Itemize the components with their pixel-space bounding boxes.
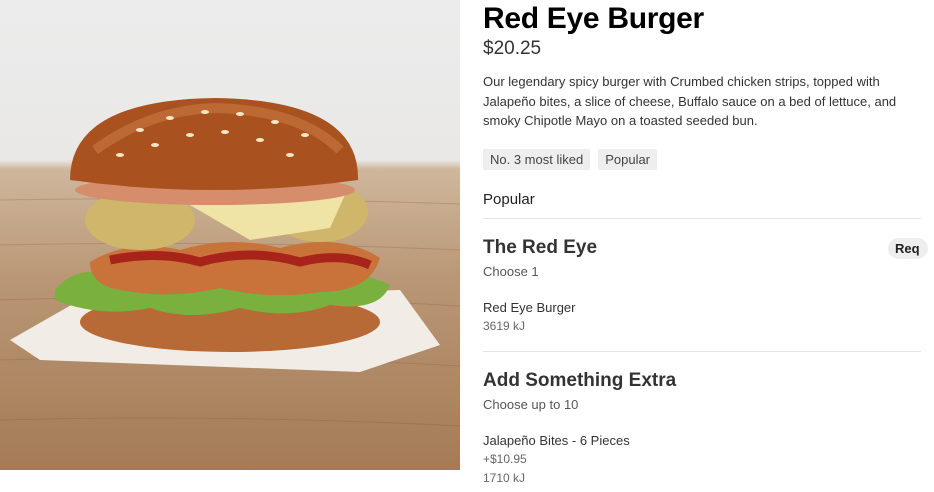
- option-name: Jalapeño Bites - 6 Pieces: [483, 433, 630, 448]
- option-name: Red Eye Burger: [483, 300, 576, 315]
- option-red-eye-burger[interactable]: Red Eye Burger 3619 kJ: [483, 298, 913, 336]
- group-title-add-something-extra: Add Something Extra: [483, 370, 677, 391]
- popular-section-label: Popular: [483, 191, 535, 208]
- option-jalapeno-bites[interactable]: Jalapeño Bites - 6 Pieces +$10.95 1710 k…: [483, 431, 913, 488]
- most-liked-badge: No. 3 most liked: [483, 149, 591, 170]
- required-badge: Req: [888, 238, 928, 259]
- option-energy: 1710 kJ: [483, 471, 526, 485]
- badge-list: No. 3 most liked Popular: [483, 149, 658, 170]
- option-price: +$10.95: [483, 452, 527, 466]
- group-subtitle-choose-1: Choose 1: [483, 264, 539, 279]
- popular-badge: Popular: [598, 149, 658, 170]
- divider: [483, 351, 921, 352]
- group-title-the-red-eye: The Red Eye: [483, 237, 598, 258]
- product-title: Red Eye Burger: [483, 2, 704, 35]
- group-subtitle-choose-up-to-10: Choose up to 10: [483, 397, 579, 412]
- divider: [483, 218, 921, 219]
- burger-image: [0, 98, 460, 427]
- option-energy: 3619 kJ: [483, 319, 526, 333]
- product-description: Our legendary spicy burger with Crumbed …: [483, 74, 897, 128]
- product-price: $20.25: [483, 38, 542, 59]
- product-image: [0, 0, 460, 470]
